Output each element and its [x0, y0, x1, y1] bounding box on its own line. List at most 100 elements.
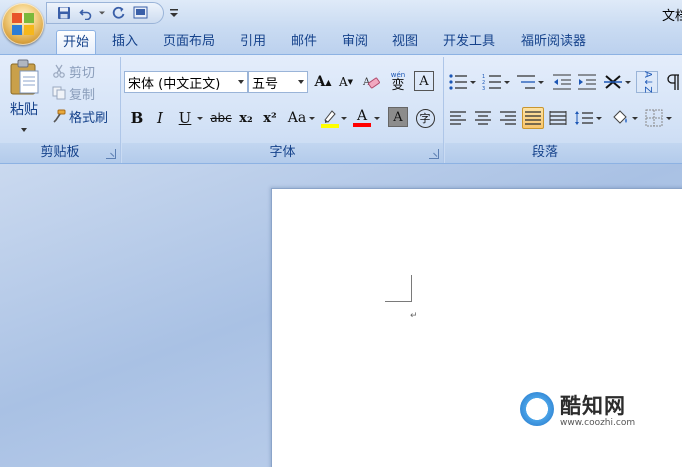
redo-icon[interactable]	[109, 4, 127, 22]
svg-text:3: 3	[482, 86, 485, 91]
shading-dropdown-icon[interactable]	[632, 107, 638, 129]
coozhi-logo-icon	[520, 392, 554, 426]
line-spacing-icon	[575, 111, 593, 125]
highlighter-icon	[321, 110, 339, 128]
font-color-swatch	[353, 123, 371, 127]
font-size-combo[interactable]: 五号	[248, 71, 308, 93]
font-color-icon: A	[356, 108, 368, 124]
multilevel-list-button[interactable]	[515, 71, 537, 93]
office-logo-icon	[12, 13, 34, 35]
paste-label: 粘贴	[10, 102, 38, 118]
align-right-button[interactable]	[497, 107, 519, 129]
line-spacing-dropdown-icon[interactable]	[596, 107, 602, 129]
bullets-button[interactable]	[447, 71, 469, 93]
underline-dropdown-icon[interactable]	[197, 107, 203, 129]
grow-font-button[interactable]: A ▲	[312, 71, 334, 93]
phonetic-guide-icon: 变	[391, 78, 405, 93]
character-shading-button[interactable]: A	[388, 107, 408, 127]
line-spacing-button[interactable]	[573, 107, 595, 129]
format-painter-icon	[53, 109, 66, 123]
copy-button[interactable]: 复制	[52, 83, 95, 103]
clipboard-dialog-launcher-icon[interactable]	[106, 149, 116, 159]
character-border-button[interactable]: A	[414, 71, 434, 91]
pilcrow-icon	[667, 74, 679, 90]
superscript-button[interactable]: x²	[259, 107, 281, 129]
align-left-button[interactable]	[447, 107, 469, 129]
highlight-dropdown-icon[interactable]	[341, 107, 347, 129]
decrease-indent-button[interactable]	[551, 71, 573, 93]
decrease-indent-icon	[553, 74, 571, 90]
tab-review[interactable]: 审阅	[336, 30, 374, 54]
paste-button[interactable]: 粘贴	[4, 59, 44, 137]
underline-button[interactable]: U	[174, 107, 196, 129]
sort-button[interactable]: A↓Z	[636, 71, 658, 93]
borders-icon	[645, 109, 663, 127]
clear-formatting-button[interactable]: A	[360, 71, 382, 93]
tab-insert[interactable]: 插入	[106, 30, 144, 54]
tab-developer[interactable]: 开发工具	[437, 30, 501, 54]
font-group: 宋体 (中文正文) 五号 A ▲ A ▼ A wén 变 A B I U abc…	[122, 57, 444, 163]
chinese-layout-dropdown-icon[interactable]	[625, 71, 631, 93]
tab-references[interactable]: 引用	[234, 30, 272, 54]
shrink-font-button[interactable]: A ▼	[335, 71, 357, 93]
save-icon[interactable]	[55, 4, 73, 22]
justify-button[interactable]	[522, 107, 544, 129]
font-name-combo[interactable]: 宋体 (中文正文)	[124, 71, 248, 93]
cut-button[interactable]: 剪切	[52, 61, 95, 81]
tab-view[interactable]: 视图	[386, 30, 424, 54]
watermark-url: www.coozhi.com	[560, 418, 636, 428]
increase-indent-icon	[578, 74, 596, 90]
strikethrough-button[interactable]: abc	[208, 107, 234, 129]
tab-foxit-reader[interactable]: 福昕阅读器	[515, 30, 592, 54]
grow-font-icon: A	[314, 74, 326, 90]
distributed-button[interactable]	[547, 107, 569, 129]
enclose-characters-button[interactable]: 字	[414, 107, 436, 129]
undo-icon[interactable]	[77, 4, 95, 22]
font-color-button[interactable]: A	[351, 107, 373, 129]
paragraph-mark: ↵	[410, 311, 418, 321]
align-center-button[interactable]	[472, 107, 494, 129]
change-case-dropdown-icon[interactable]	[309, 107, 315, 129]
font-dialog-launcher-icon[interactable]	[429, 149, 439, 159]
numbering-dropdown-icon[interactable]	[504, 71, 510, 93]
phonetic-guide-button[interactable]: wén 变	[387, 71, 409, 93]
character-border-icon: A	[419, 73, 429, 89]
show-marks-button[interactable]	[662, 71, 682, 93]
change-case-button[interactable]: Aa	[284, 107, 310, 129]
subscript-button[interactable]: x₂	[235, 107, 257, 129]
enclose-characters-icon: 字	[415, 108, 435, 128]
window-title: 文档	[662, 9, 682, 24]
paragraph-group-label: 段落	[445, 143, 682, 163]
ribbon-tabs: 开始 插入 页面布局 引用 邮件 审阅 视图 开发工具 福昕阅读器	[0, 28, 682, 54]
align-left-icon	[450, 111, 466, 125]
underline-icon: U	[178, 109, 192, 127]
numbering-button[interactable]: 123	[481, 71, 503, 93]
shrink-font-arrow-icon: ▼	[347, 78, 354, 86]
office-button[interactable]	[2, 3, 44, 45]
format-painter-button[interactable]: 格式刷	[52, 106, 108, 126]
tab-home[interactable]: 开始	[56, 30, 97, 54]
font-name-dropdown-icon[interactable]	[238, 80, 244, 84]
bold-icon: B	[130, 109, 144, 127]
copy-icon	[52, 86, 66, 100]
superscript-icon: x²	[263, 110, 277, 126]
borders-button[interactable]	[643, 107, 665, 129]
increase-indent-button[interactable]	[576, 71, 598, 93]
font-size-dropdown-icon[interactable]	[298, 80, 304, 84]
italic-button[interactable]: I	[149, 107, 171, 129]
bullets-dropdown-icon[interactable]	[470, 71, 476, 93]
undo-dropdown-icon[interactable]	[99, 4, 105, 22]
shading-button[interactable]	[609, 107, 631, 129]
font-color-dropdown-icon[interactable]	[374, 107, 380, 129]
grow-font-arrow-icon: ▲	[325, 77, 332, 87]
bold-button[interactable]: B	[126, 107, 148, 129]
tab-mailings[interactable]: 邮件	[285, 30, 323, 54]
tab-page-layout[interactable]: 页面布局	[157, 30, 221, 54]
multilevel-list-dropdown-icon[interactable]	[538, 71, 544, 93]
borders-dropdown-icon[interactable]	[666, 107, 672, 129]
customize-toolbar-icon[interactable]	[168, 5, 180, 21]
highlight-button[interactable]	[319, 107, 341, 129]
print-preview-icon[interactable]	[131, 4, 149, 22]
chinese-layout-button[interactable]	[602, 71, 624, 93]
change-case-icon: Aa	[287, 110, 307, 126]
